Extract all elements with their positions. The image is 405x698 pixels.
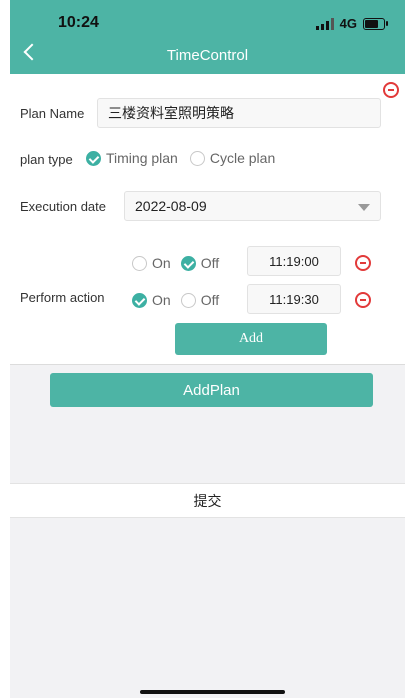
action-2-toggle: On Off — [132, 292, 219, 308]
plan-card: Plan Name 三楼资料室照明策略 plan type Timing pla… — [10, 74, 405, 365]
action-2-time-input[interactable]: 11:19:30 — [247, 284, 341, 314]
plan-name-input[interactable]: 三楼资料室照明策略 — [97, 98, 381, 128]
signal-icon — [315, 17, 334, 30]
action-2-on-radio[interactable]: On — [132, 292, 171, 308]
checked-radio-icon — [86, 150, 101, 166]
network-label: 4G — [339, 16, 357, 31]
plan-name-value: 三楼资料室照明策略 — [108, 105, 234, 121]
add-action-button[interactable]: Add — [175, 323, 327, 355]
timing-plan-label: Timing plan — [106, 150, 178, 166]
action-1-off-label: Off — [200, 255, 220, 271]
perform-action-label: Perform action — [20, 290, 105, 305]
remove-plan-icon[interactable] — [383, 82, 399, 98]
cycle-plan-label: Cycle plan — [209, 150, 276, 166]
status-indicators: 4G — [315, 16, 388, 31]
action-1-on-radio[interactable]: On — [132, 255, 171, 271]
checked-radio-icon — [180, 255, 196, 271]
unchecked-radio-icon — [180, 292, 196, 308]
action-1-time: 11:19:00 — [269, 253, 319, 269]
execution-date-select[interactable]: 2022-08-09 — [124, 191, 381, 221]
screen: 10:24 4G TimeControl Plan Name 三楼资料室照明策略… — [10, 0, 405, 698]
action-1-off-radio[interactable]: Off — [180, 255, 220, 271]
remove-action-1-icon[interactable] — [355, 255, 371, 271]
status-time: 10:24 — [58, 14, 99, 31]
page-title: TimeControl — [166, 47, 249, 64]
dropdown-caret-icon — [358, 204, 370, 211]
action-1-time-input[interactable]: 11:19:00 — [247, 246, 341, 276]
action-1-toggle: On Off — [132, 255, 219, 271]
action-2-off-radio[interactable]: Off — [180, 292, 220, 308]
action-1-on-label: On — [152, 255, 171, 271]
unchecked-radio-icon — [132, 255, 147, 271]
plan-name-label: Plan Name — [20, 106, 85, 121]
plan-type-label: plan type — [20, 152, 73, 167]
timing-plan-radio[interactable]: Timing plan — [86, 150, 178, 166]
execution-date-value: 2022-08-09 — [135, 198, 207, 214]
add-plan-button[interactable]: AddPlan — [50, 373, 373, 407]
action-2-on-label: On — [152, 292, 171, 308]
remove-action-2-icon[interactable] — [355, 292, 371, 308]
submit-button[interactable]: 提交 — [10, 483, 405, 518]
action-2-off-label: Off — [200, 292, 220, 308]
action-2-time: 11:19:30 — [269, 291, 319, 307]
plan-type-group: Timing plan Cycle plan — [86, 150, 275, 166]
battery-icon — [363, 17, 388, 30]
execution-date-label: Execution date — [20, 199, 107, 214]
unchecked-radio-icon — [189, 150, 205, 166]
checked-radio-icon — [132, 292, 147, 308]
home-indicator — [140, 690, 285, 694]
header-bar: 10:24 4G TimeControl — [10, 0, 405, 74]
cycle-plan-radio[interactable]: Cycle plan — [189, 150, 276, 166]
